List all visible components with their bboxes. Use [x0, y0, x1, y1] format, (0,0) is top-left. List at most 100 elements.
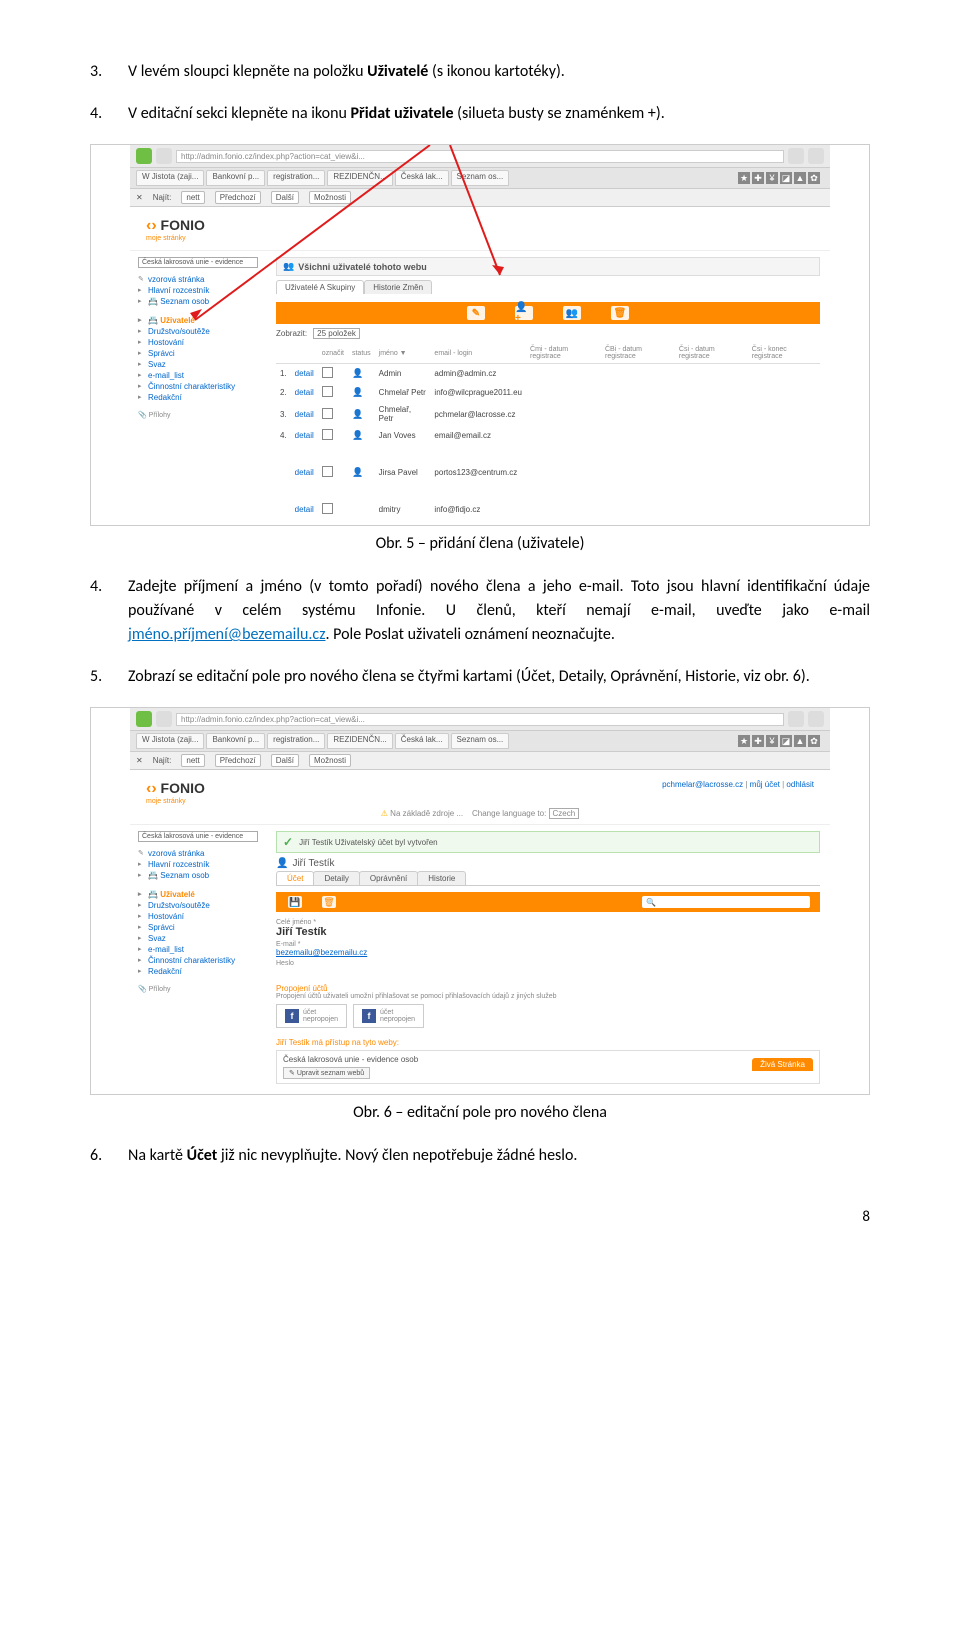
row-checkbox[interactable] — [322, 386, 333, 397]
addon-icon[interactable]: ★ — [738, 735, 750, 747]
action-icon[interactable]: ✎ — [467, 306, 485, 320]
sidebar-item[interactable]: Redakční — [138, 392, 258, 403]
col-reg3[interactable]: Čsi - datum registrace — [675, 343, 748, 364]
find-options-button[interactable]: Možnosti — [309, 191, 351, 204]
sidebar-item[interactable]: Hostování — [138, 337, 258, 348]
browser-tab[interactable]: W Jistota (zaji... — [136, 733, 204, 749]
action-icon[interactable]: 👥 — [563, 306, 581, 320]
sidebar-item[interactable]: Činnostní charakteristiky — [138, 955, 258, 966]
sidebar-item[interactable]: e-mail_list — [138, 944, 258, 955]
addon-icon[interactable]: ✿ — [808, 172, 820, 184]
browser-tab[interactable]: registration... — [267, 170, 325, 186]
home-button[interactable] — [808, 711, 824, 727]
row-checkbox[interactable] — [322, 466, 333, 477]
sidebar-item-seznam-osob[interactable]: 📇 Seznam osob — [138, 296, 258, 307]
browser-tab[interactable]: Česká lak... — [395, 733, 449, 749]
close-icon[interactable]: ✕ — [136, 193, 143, 202]
sidebar-item[interactable]: Družstvo/soutěže — [138, 326, 258, 337]
browser-tab[interactable]: REZIDENČN... — [327, 170, 392, 186]
show-count-select[interactable]: 25 položek — [313, 328, 360, 339]
browser-tab[interactable]: Seznam os... — [451, 170, 510, 186]
tab-users-groups[interactable]: Uživatelé A Skupiny — [276, 280, 364, 294]
find-options-button[interactable]: Možnosti — [309, 754, 351, 767]
find-input[interactable]: nett — [181, 191, 204, 204]
edit-sites-button[interactable]: ✎ Upravit seznam webů — [283, 1067, 370, 1079]
sidebar-item[interactable]: Svaz — [138, 359, 258, 370]
table-row[interactable]: detail dmitry info@fidjo.cz — [276, 500, 820, 519]
detail-link[interactable]: detail — [295, 388, 314, 397]
save-icon[interactable]: 💾 — [288, 896, 302, 908]
social-facebook[interactable]: f účetnepropojen — [276, 1004, 347, 1028]
col-reg2[interactable]: ČBi - datum registrace — [601, 343, 675, 364]
email-value[interactable]: bezemailu@bezemailu.cz — [276, 948, 820, 957]
sidebar-item[interactable]: Hostování — [138, 911, 258, 922]
social-facebook-2[interactable]: f účetnepropojen — [353, 1004, 424, 1028]
delete-icon[interactable]: 🗑 — [322, 896, 336, 908]
browser-tab[interactable]: Česká lak... — [395, 170, 449, 186]
tab-historie[interactable]: Historie — [417, 871, 466, 885]
my-account-link[interactable]: můj účet — [750, 780, 780, 789]
url-bar[interactable]: http://admin.fonio.cz/index.php?action=c… — [176, 713, 784, 726]
user-email-link[interactable]: pchmelar@lacrosse.cz — [662, 780, 743, 789]
browser-tab[interactable]: W Jistota (zaji... — [136, 170, 204, 186]
password-value[interactable] — [276, 967, 820, 976]
col-name[interactable]: jméno ▼ — [375, 343, 431, 364]
project-select[interactable]: Česká lakrosová unie - evidence — [138, 257, 258, 268]
col-mark[interactable]: označit — [318, 343, 348, 364]
find-input[interactable]: nett — [181, 754, 204, 767]
sidebar-item[interactable]: Správci — [138, 922, 258, 933]
name-value[interactable]: Jiří Testík — [276, 926, 820, 938]
find-prev-button[interactable]: Předchozí — [215, 754, 261, 767]
detail-link[interactable]: detail — [295, 468, 314, 477]
tab-history[interactable]: Historie Změn — [364, 280, 432, 294]
browser-tab[interactable]: Bankovní p... — [206, 170, 265, 186]
url-bar[interactable]: http://admin.fonio.cz/index.php?action=c… — [176, 150, 784, 163]
sidebar-item[interactable]: Správci — [138, 348, 258, 359]
sidebar-item[interactable]: Hlavní rozcestník — [138, 285, 258, 296]
addon-icon[interactable]: ◪ — [780, 172, 792, 184]
sidebar-item[interactable]: Družstvo/soutěže — [138, 900, 258, 911]
row-checkbox[interactable] — [322, 408, 333, 419]
close-icon[interactable]: ✕ — [136, 756, 143, 765]
forward-button[interactable] — [156, 148, 172, 164]
language-select[interactable]: Czech — [549, 808, 580, 819]
detail-link[interactable]: detail — [295, 410, 314, 419]
addon-icon[interactable]: ¥ — [766, 735, 778, 747]
addon-icon[interactable]: ✚ — [752, 735, 764, 747]
browser-tab[interactable]: REZIDENČN... — [327, 733, 392, 749]
addon-icon[interactable]: ▲ — [794, 735, 806, 747]
logout-link[interactable]: odhlásit — [786, 780, 814, 789]
table-row[interactable]: 2. detail 👤 Chmelař Petr info@wilcprague… — [276, 383, 820, 402]
sidebar-attachments[interactable]: 📎 Přílohy — [138, 985, 258, 993]
row-checkbox[interactable] — [322, 367, 333, 378]
browser-tab[interactable]: registration... — [267, 733, 325, 749]
table-row[interactable]: 4. detail 👤 Jan Voves email@email.cz — [276, 426, 820, 445]
sidebar-item[interactable]: Svaz — [138, 933, 258, 944]
live-page-badge[interactable]: Živá Stránka — [752, 1058, 813, 1071]
col-reg1[interactable]: Čmi - datum registrace — [526, 343, 601, 364]
reload-button[interactable] — [788, 148, 804, 164]
sidebar-item-uzivatele[interactable]: 📇 Uživatelé — [138, 315, 258, 326]
tab-detaily[interactable]: Detaily — [313, 871, 359, 885]
back-button[interactable] — [136, 711, 152, 727]
find-next-button[interactable]: Další — [271, 191, 299, 204]
sidebar-item[interactable]: e-mail_list — [138, 370, 258, 381]
sidebar-item[interactable]: Činnostní charakteristiky — [138, 381, 258, 392]
detail-link[interactable]: detail — [295, 505, 314, 514]
table-row[interactable]: 1. detail 👤 Admin admin@admin.cz — [276, 364, 820, 384]
sidebar-item[interactable]: vzorová stránka — [138, 848, 258, 859]
project-select[interactable]: Česká lakrosová unie - evidence — [138, 831, 258, 842]
delete-icon[interactable]: 🗑 — [611, 306, 629, 320]
sidebar-attachments[interactable]: 📎 Přílohy — [138, 411, 258, 419]
sidebar-item[interactable]: vzorová stránka — [138, 274, 258, 285]
back-button[interactable] — [136, 148, 152, 164]
addon-icon[interactable]: ▲ — [794, 172, 806, 184]
browser-tab[interactable]: Seznam os... — [451, 733, 510, 749]
sidebar-item-uzivatele[interactable]: 📇 Uživatelé — [138, 889, 258, 900]
row-checkbox[interactable] — [322, 503, 333, 514]
reload-button[interactable] — [788, 711, 804, 727]
table-row[interactable]: 3. detail 👤 Chmelař, Petr pchmelar@lacro… — [276, 402, 820, 426]
find-next-button[interactable]: Další — [271, 754, 299, 767]
table-row[interactable]: detail 👤 Jirsa Pavel portos123@centrum.c… — [276, 463, 820, 482]
add-user-icon[interactable]: 👤+ — [515, 306, 533, 320]
